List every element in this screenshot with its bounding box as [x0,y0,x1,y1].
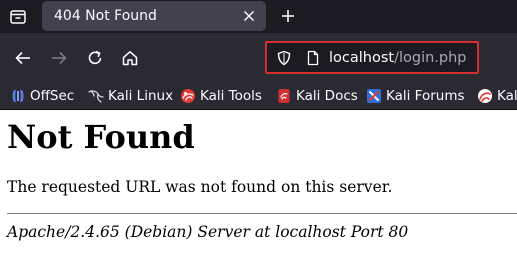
tab-overview-button[interactable] [4,4,32,29]
bookmark-label: Kali Tools [200,88,262,104]
url-path: /login.php [394,50,467,66]
tab-bar: 404 Not Found [0,0,517,33]
bookmark-label: Kali Forums [386,88,465,104]
kali-tools-icon [180,88,196,104]
divider [7,213,517,214]
bookmark-kali-linux[interactable]: Kali Linux [88,86,173,106]
bookmark-label: Kali Docs [296,88,358,104]
bookmark-label: OffSec [30,88,75,104]
navigation-toolbar: localhost/login.php [0,33,517,83]
page-icon [307,50,319,66]
bookmark-kali-docs[interactable]: Kali Docs [276,86,358,106]
reload-icon [88,50,102,65]
kali-dragon-icon [88,88,104,104]
forward-button[interactable] [47,46,71,70]
tracking-protection-button[interactable] [276,50,292,70]
arrow-right-icon [52,51,67,65]
shield-icon [277,50,291,66]
error-message: The requested URL was not found on this … [7,178,393,196]
tab-active[interactable]: 404 Not Found [42,1,266,31]
bookmarks-toolbar: OffSec Kali Linux Kali Tools Kali Docs K… [0,83,517,110]
page-content: Not Found The requested URL was not foun… [0,110,517,262]
tab-close-button[interactable] [241,8,257,24]
url-host: localhost [329,50,395,66]
home-icon [122,51,138,66]
bookmark-kali-nethunter[interactable]: Kal [477,86,517,106]
tab-title: 404 Not Found [54,8,157,24]
home-button[interactable] [118,46,142,70]
url-text[interactable]: localhost/login.php [329,50,467,66]
server-signature: Apache/2.4.65 (Debian) Server at localho… [7,223,409,241]
bookmark-kali-tools[interactable]: Kali Tools [180,86,262,106]
plus-icon [282,10,294,22]
page-title: Not Found [7,118,195,156]
reload-button[interactable] [83,46,107,70]
new-tab-button[interactable] [277,5,299,27]
bookmark-label: Kali Linux [108,88,174,104]
close-icon [244,11,254,21]
tab-overview-icon [10,9,26,24]
offsec-icon [10,88,26,104]
bookmark-label: Kal [497,88,517,104]
site-info-button[interactable] [305,50,321,70]
back-button[interactable] [11,46,35,70]
kali-nethunter-icon [477,88,493,104]
kali-forums-icon [366,88,382,104]
kali-docs-icon [276,88,292,104]
bookmark-offsec[interactable]: OffSec [10,86,74,106]
url-bar[interactable]: localhost/login.php [265,41,479,74]
bookmark-kali-forums[interactable]: Kali Forums [366,86,465,106]
arrow-left-icon [15,51,30,65]
